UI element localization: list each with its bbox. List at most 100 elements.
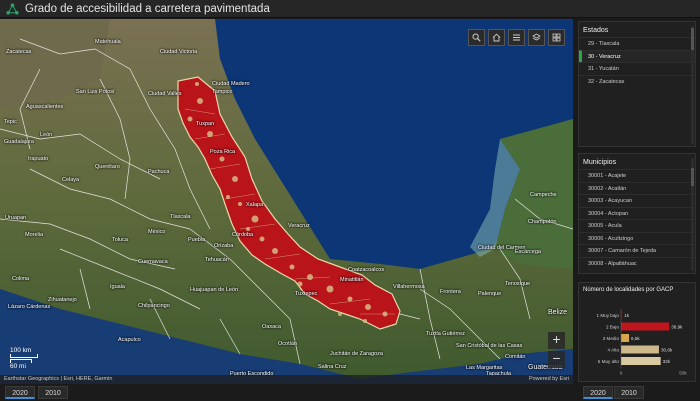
scale-km-label: 100 km [10, 347, 32, 354]
map-label-oaxaca: Oaxaca [262, 324, 281, 330]
municipios-list: 30001 - Acajete 30002 - Acatlán 30003 - Ac… [579, 169, 695, 269]
map-label-cordoba: Córdoba [232, 232, 254, 238]
chart-tick-label: 50k [679, 371, 687, 376]
map-label-ciudad-madero: Ciudad Madero [212, 81, 250, 87]
map-label-aguascalientes: Aguascalientes [26, 104, 64, 110]
estados-title: Estados [583, 27, 609, 34]
legend-list-icon[interactable] [508, 29, 525, 46]
basemap-gallery-icon[interactable] [548, 29, 565, 46]
zoom-controls: + − [548, 332, 565, 368]
layers-icon[interactable] [528, 29, 545, 46]
map-label-matehuala: Matehuala [95, 39, 121, 45]
map-label-zacatecas: Zacatecas [6, 49, 32, 55]
year-tab-left-2010[interactable]: 2010 [38, 386, 68, 399]
map-label-veracruz: Veracruz [288, 223, 310, 229]
chart-bar[interactable] [621, 357, 661, 365]
map-label-minatitlan: Minatitlán [340, 277, 364, 283]
map-label-champoton: Champotón [528, 219, 557, 225]
map-label-queretaro: Querétaro [95, 164, 120, 170]
powered-by-esri[interactable]: Powered by Esri [529, 375, 569, 384]
map-label-palenque: Palenque [478, 291, 502, 297]
year-tab-right-2020[interactable]: 2020 [583, 386, 613, 399]
map-label-tuxtla: Tuxtla Gutiérrez [426, 331, 465, 337]
estados-panel: Estados 29 - Tlaxcala 30 - Veracruz 31 - Y… [578, 21, 696, 147]
map-label-ocotlan: Ocotlán [278, 341, 297, 347]
map-label-las-margaritas: Las Margaritas [466, 365, 503, 371]
map-label-frontera: Frontera [440, 289, 461, 295]
chart-category-label: 1 Muy bajo [597, 313, 620, 318]
map-label-coatzacoalcos: Coatzacoalcos [348, 267, 385, 273]
chart-bar[interactable] [621, 345, 659, 354]
zoom-out-button[interactable]: − [548, 351, 565, 368]
municipio-item[interactable]: 30008 - Alpatláhuac [579, 256, 695, 270]
map-label-leon: León [40, 132, 53, 138]
map-label-juchitan: Juchitán de Zaragoza [330, 351, 383, 357]
map-label-cuernavaca: Cuernavaca [138, 259, 168, 265]
map-label-chilpancingo: Chilpancingo [138, 303, 170, 309]
municipios-scrollbar-thumb[interactable] [691, 168, 694, 186]
municipio-item[interactable]: 30005 - Acula [579, 219, 695, 232]
map-label-orizaba: Orizaba [214, 243, 234, 249]
map-label-campeche: Campeche [530, 192, 557, 198]
zoom-in-button[interactable]: + [548, 332, 565, 349]
map-label-zihuatanejo: Zihuatanejo [48, 297, 77, 303]
chart-category-label: 5 Muy alto [598, 359, 620, 364]
map-label-colima: Colima [12, 276, 30, 282]
map-label-iguala: Iguala [110, 284, 125, 290]
map-label-pachuca: Pachuca [148, 169, 170, 175]
map-label-celaya: Celaya [62, 177, 80, 183]
municipio-item[interactable]: 30001 - Acajete [579, 169, 695, 182]
chart-category-label: 2 Bajo [606, 325, 619, 330]
estados-list: 29 - Tlaxcala 30 - Veracruz 31 - Yucatán 32… [579, 37, 695, 87]
search-icon[interactable] [468, 29, 485, 46]
chart-data-label: 1k [624, 313, 630, 318]
chart-panel: Número de localidades por GACP 1 Muy baj… [578, 282, 696, 382]
map-label-mexico: México [148, 229, 166, 235]
map-label-irapuato: Irapuato [28, 156, 49, 162]
map-label-escarcega: Escárcega [515, 249, 541, 255]
map-label-ciudad-victoria: Ciudad Victoria [160, 49, 198, 55]
bottom-bar: 2020 2010 2020 2010 [0, 384, 700, 401]
year-tab-left-2020[interactable]: 2020 [5, 386, 35, 399]
municipios-title: Municipios [583, 159, 617, 166]
map-label-tenosique: Tenosique [505, 281, 531, 287]
estado-item[interactable]: 31 - Yucatán [579, 62, 695, 75]
app-logo-icon [3, 0, 21, 18]
map-label-tampico: Tampico [212, 89, 233, 95]
municipio-item[interactable]: 30003 - Acayucan [579, 194, 695, 207]
estado-item[interactable]: 29 - Tlaxcala [579, 37, 695, 50]
map-label-belize: Belize [548, 309, 568, 316]
map-label-puebla: Puebla [188, 237, 206, 243]
chart-category-label: 4 Alto [608, 348, 620, 353]
map-label-guadalajara: Guadalajara [4, 139, 34, 145]
map-label-comitan: Comitán [505, 354, 526, 360]
map-basemap [0, 19, 573, 384]
scale-km-bar [10, 354, 38, 358]
municipio-item[interactable]: 30006 - Acultzingo [579, 231, 695, 245]
map-view[interactable]: Ciudad Madero Tampico Ciudad Valles Tuxp… [0, 19, 573, 384]
map-attribution: Earthstar Geographics | Esri, HERE, Garm… [0, 375, 573, 384]
estado-item[interactable]: 32 - Zacatecas [579, 74, 695, 88]
estados-scrollbar-thumb[interactable] [691, 28, 694, 50]
municipio-item[interactable]: 30002 - Acatlán [579, 181, 695, 195]
map-label-uruapan: Uruapan [5, 215, 27, 221]
chart-data-label: 38,9k [671, 325, 683, 330]
chart-category-label: 3 Medio [603, 336, 620, 341]
home-icon[interactable] [488, 29, 505, 46]
attribution-text: Earthstar Geographics | Esri, HERE, Garm… [4, 376, 113, 382]
map-label-tehuacan: Tehuacán [205, 257, 229, 263]
map-toolbar [468, 29, 565, 46]
municipio-item[interactable]: 30007 - Camarón de Tejeda [579, 244, 695, 257]
estado-item[interactable]: 30 - Veracruz [579, 49, 695, 62]
chart-bar[interactable] [621, 334, 630, 342]
municipio-item[interactable]: 30004 - Actopan [579, 206, 695, 220]
map-label-toluca: Toluca [112, 237, 128, 243]
map-label-salina-cruz: Salina Cruz [318, 364, 347, 370]
app-window: Grado de accesibilidad a carretera pavim… [0, 0, 700, 401]
year-tab-right-2010[interactable]: 2010 [614, 386, 644, 399]
chart-bar[interactable] [621, 322, 670, 331]
map-label-san-cristobal: San Cristóbal de las Casas [456, 343, 523, 349]
chart-title: Número de localidades por GACP [583, 287, 674, 293]
chart-data-label: 30,6k [661, 348, 673, 353]
chart-data-label: 6,5k [631, 336, 640, 341]
